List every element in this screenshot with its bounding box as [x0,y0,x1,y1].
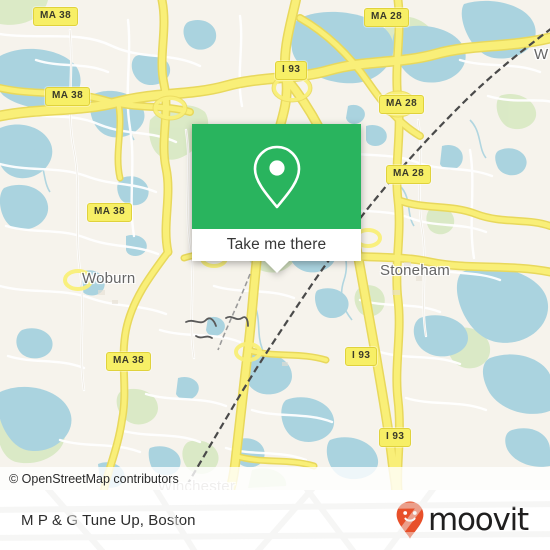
route-shield-ma28-1: MA 28 [364,8,410,27]
route-shield-i93-2: I 93 [345,347,378,366]
route-shield-ma28-3: MA 28 [386,165,432,184]
place-title: M P & G Tune Up, Boston [21,511,196,529]
footer-bar: M P & G Tune Up, Boston moovit [0,490,550,550]
popup-action-bar[interactable]: Take me there [192,229,361,261]
route-shield-ma38-3: MA 38 [87,203,133,222]
popup-pointer-tail [264,261,289,273]
route-shield-i93-1: I 93 [275,61,308,80]
moovit-pin-smile-icon [396,501,424,539]
moovit-wordmark: moovit [427,501,529,538]
route-shield-ma38-4: MA 38 [106,352,152,371]
map-canvas[interactable]: Woburn Stoneham Winchester W MA 38 MA 28… [0,0,550,490]
route-shield-ma38-1: MA 38 [33,7,79,26]
map-attribution-bar: © OpenStreetMap contributors [0,467,550,490]
osm-attribution-text[interactable]: © OpenStreetMap contributors [0,472,179,486]
route-shield-ma28-2: MA 28 [379,95,425,114]
take-me-there-popup[interactable]: Take me there [192,124,361,273]
popup-header [192,124,361,229]
moovit-brand[interactable]: moovit [395,500,550,540]
map-pin-icon [253,145,300,208]
map-screenshot: Woburn Stoneham Winchester W MA 38 MA 28… [0,0,550,550]
take-me-there-label: Take me there [226,236,327,253]
route-shield-i93-3: I 93 [379,428,412,447]
route-shield-ma38-2: MA 38 [45,87,91,106]
